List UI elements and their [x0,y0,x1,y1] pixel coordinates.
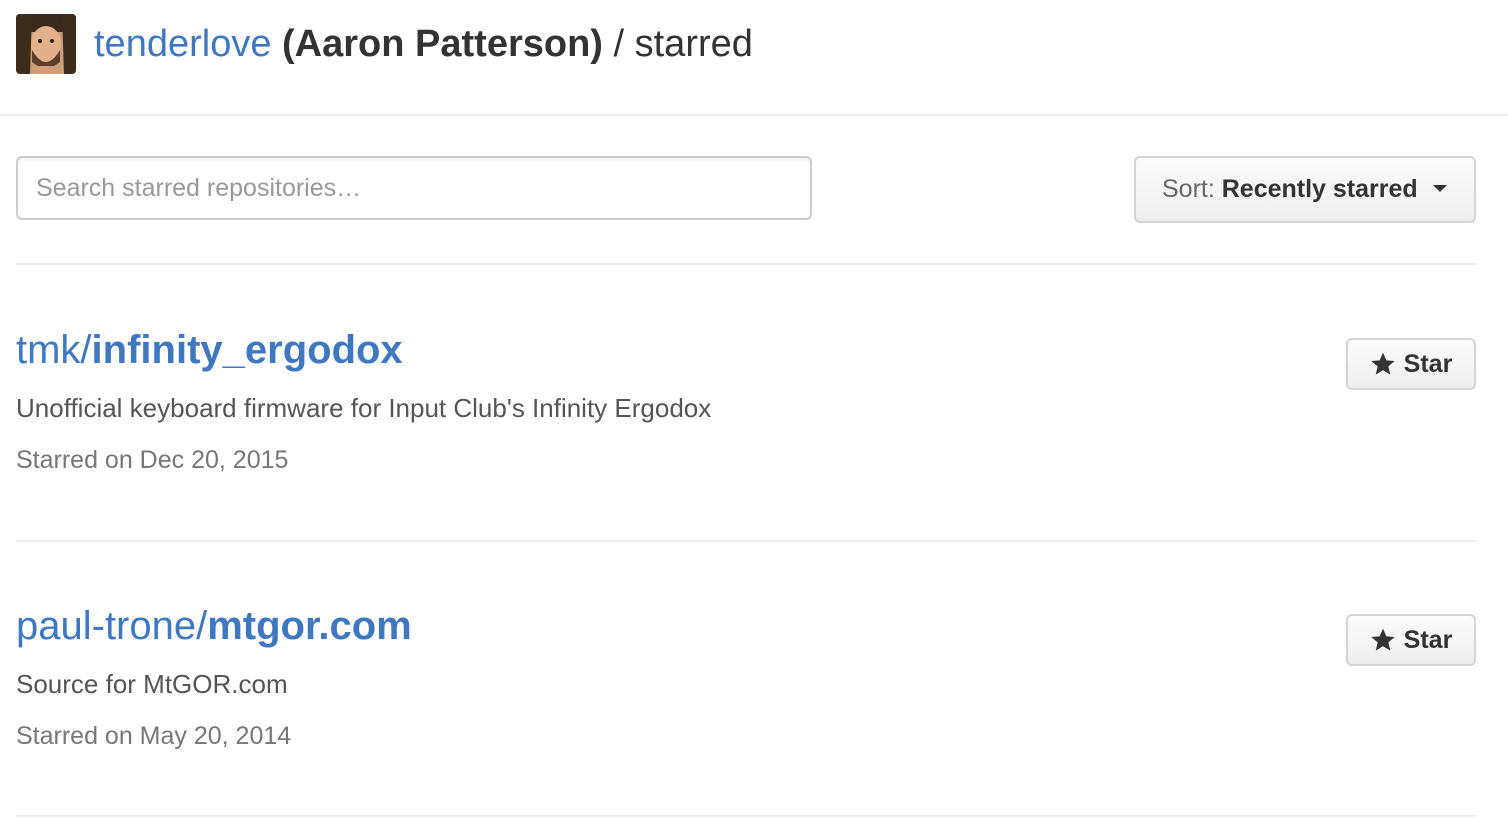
divider [16,540,1476,542]
star-icon [1370,352,1395,375]
username-link[interactable]: tenderlove [94,23,271,65]
repo-owner: paul-trone/ [16,604,208,648]
starred-date: Starred on Dec 20, 2015 [16,446,289,474]
star-button[interactable]: Star [1346,338,1476,390]
divider [16,815,1476,817]
repo-title: infinity_ergodox [91,328,403,372]
sort-prefix-label: Sort: [1162,175,1215,203]
star-button[interactable]: Star [1346,614,1476,666]
starred-date: Starred on May 20, 2014 [16,722,292,750]
star-icon [1370,628,1395,651]
repo-link[interactable]: tmk/infinity_ergodox [16,324,403,376]
list-item: tmk/infinity_ergodox Unofficial keyboard… [16,300,1476,576]
sort-button[interactable]: Sort: Recently starred [1134,156,1476,223]
page-title: tenderlove (Aaron Patterson) / starred [94,18,753,70]
star-button-label: Star [1403,625,1453,654]
starred-page: tenderlove (Aaron Patterson) / starred S… [0,0,1508,818]
avatar[interactable] [16,14,76,74]
repo-title: mtgor.com [207,604,412,648]
page-section-label: / starred [602,23,753,65]
user-fullname: (Aaron Patterson) [282,23,603,65]
list-item: paul-trone/mtgor.com Source for MtGOR.co… [16,576,1476,818]
sort-value-label: Recently starred [1221,175,1418,203]
repo-description: Source for MtGOR.com [16,669,288,699]
star-button-label: Star [1403,349,1453,378]
repo-link[interactable]: paul-trone/mtgor.com [16,600,412,652]
repo-description: Unofficial keyboard firmware for Input C… [16,393,712,423]
divider [16,263,1476,265]
caret-down-icon [1432,184,1447,192]
search-input[interactable] [16,156,812,220]
page-header: tenderlove (Aaron Patterson) / starred [0,0,1508,116]
avatar-image [16,14,76,74]
repo-owner: tmk/ [16,328,92,372]
